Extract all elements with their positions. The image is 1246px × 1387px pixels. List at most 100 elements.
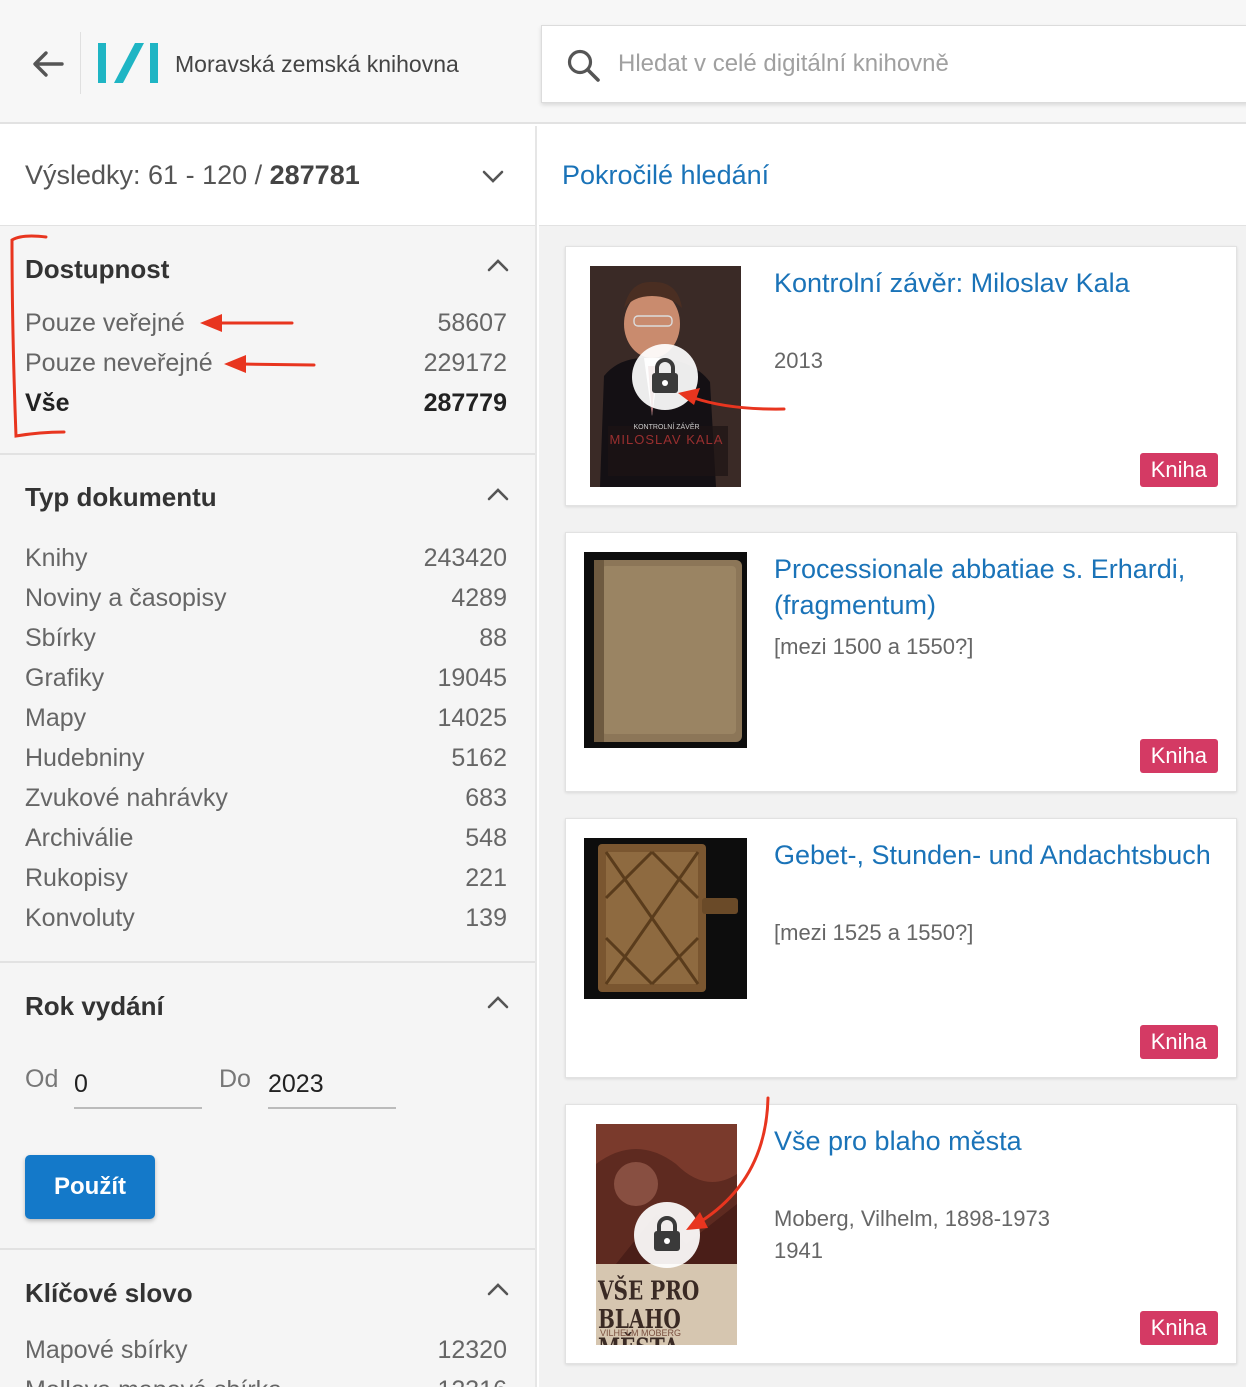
library-name[interactable]: Moravská zemská knihovna	[175, 51, 459, 78]
facet-keyword: Klíčové slovo Mapové sbírky 12320 Mollova…	[0, 1250, 535, 1387]
lock-icon	[632, 344, 698, 410]
book-cover[interactable]: KONTROLNÍ ZÁVĚR MILOSLAV KALA	[590, 266, 741, 487]
year-to-label: Do	[219, 1065, 251, 1093]
doc-type-badge: Kniha	[1139, 1025, 1218, 1059]
facet-item-archives[interactable]: Archiválie 548	[25, 818, 507, 858]
facet-item-manuscripts[interactable]: Rukopisy 221	[25, 858, 507, 898]
cover-caption: KONTROLNÍ ZÁVĚR	[633, 424, 700, 431]
facet-item-count: 58607	[437, 309, 507, 337]
chevron-up-icon[interactable]	[485, 993, 511, 1013]
facet-item-moll-collection[interactable]: Mollova mapová sbírka 12316	[25, 1370, 507, 1387]
header: Moravská zemská knihovna	[0, 0, 1246, 124]
facet-item-label: Konvoluty	[25, 904, 135, 932]
result-card[interactable]: Gebet-, Stunden- und Andachtsbuch [mezi …	[565, 818, 1237, 1078]
doc-type-badge: Kniha	[1139, 453, 1218, 487]
facet-title[interactable]: Rok vydání	[25, 963, 507, 1051]
result-year: 1941	[774, 1238, 823, 1263]
result-date: [mezi 1525 a 1550?]	[774, 920, 974, 945]
cover-author: VILHELM MOBERG	[600, 1328, 682, 1338]
facet-item-graphics[interactable]: Grafiky 19045	[25, 658, 507, 698]
results-summary[interactable]: Výsledky: 61 - 120 / 287781	[0, 126, 535, 226]
result-title[interactable]: Processionale abbatiae s. Erhardi, (frag…	[774, 551, 1214, 623]
facet-item-convolutes[interactable]: Konvoluty 139	[25, 898, 507, 938]
facet-item-count: 243420	[423, 544, 507, 572]
book-cover[interactable]	[584, 838, 747, 999]
result-card[interactable]: VŠE PRO BLAHO MĚSTA VILHELM MOBERG Vše p…	[565, 1104, 1237, 1364]
facet-item-label: Vše	[25, 389, 70, 417]
facet-item-count: 548	[465, 824, 507, 852]
result-title[interactable]: Vše pro blaho města	[774, 1123, 1214, 1159]
advanced-search-bar: Pokročilé hledání	[539, 126, 1246, 226]
facet-item-count: 139	[465, 904, 507, 932]
result-author: Moberg, Vilhelm, 1898-1973	[774, 1206, 1050, 1231]
facet-title[interactable]: Klíčové slovo	[25, 1250, 507, 1330]
year-from-label: Od	[25, 1065, 59, 1093]
book-cover[interactable]: VŠE PRO BLAHO MĚSTA VILHELM MOBERG	[596, 1124, 737, 1345]
facet-title[interactable]: Dostupnost	[25, 226, 507, 303]
book-cover[interactable]	[584, 552, 747, 748]
facet-item-label: Zvukové nahrávky	[25, 784, 228, 812]
facet-item-count: 88	[479, 624, 507, 652]
results-count: Výsledky: 61 - 120 / 287781	[25, 160, 360, 191]
facet-item-count: 12316	[437, 1370, 507, 1387]
facet-item-all[interactable]: Vše 287779	[25, 383, 507, 423]
result-date: [mezi 1500 a 1550?]	[774, 634, 974, 659]
facet-item-label: Pouze neveřejné	[25, 349, 213, 377]
year-to-input[interactable]	[268, 1051, 396, 1109]
result-card[interactable]: Processionale abbatiae s. Erhardi, (frag…	[565, 532, 1237, 792]
facet-item-label: Archiválie	[25, 824, 134, 852]
facet-item-count: 14025	[437, 704, 507, 732]
facet-item-map-collections[interactable]: Mapové sbírky 12320	[25, 1330, 507, 1370]
facet-year: Rok vydání Od Do Použít	[0, 963, 535, 1250]
back-arrow-icon[interactable]	[28, 44, 68, 84]
facet-item-music[interactable]: Hudebniny 5162	[25, 738, 507, 778]
facet-item-public[interactable]: Pouze veřejné 58607	[25, 303, 507, 343]
facet-document-type: Typ dokumentu Knihy 243420 Noviny a časop…	[0, 455, 535, 963]
facet-item-collections[interactable]: Sbírky 88	[25, 618, 507, 658]
logo-icon[interactable]	[96, 40, 162, 86]
year-range: Od Do	[25, 1051, 507, 1131]
chevron-up-icon[interactable]	[485, 256, 511, 276]
chevron-up-icon[interactable]	[485, 485, 511, 505]
facet-item-count: 683	[465, 784, 507, 812]
facet-item-count: 12320	[437, 1336, 507, 1364]
result-title[interactable]: Kontrolní závěr: Miloslav Kala	[774, 265, 1214, 301]
results-total: 287781	[269, 160, 360, 190]
facet-availability: Dostupnost Pouze veřejné 58607 Pouze neve…	[0, 226, 535, 455]
facet-item-periodicals[interactable]: Noviny a časopisy 4289	[25, 578, 507, 618]
facet-item-label: Grafiky	[25, 664, 105, 692]
facet-title[interactable]: Typ dokumentu	[25, 455, 507, 538]
result-year: 2013	[774, 348, 823, 373]
apply-button[interactable]: Použít	[25, 1155, 155, 1219]
lock-icon	[634, 1202, 700, 1268]
chevron-up-icon[interactable]	[485, 1280, 511, 1300]
header-divider	[80, 32, 81, 94]
facet-item-count: 5162	[451, 744, 507, 772]
facet-item-count: 19045	[437, 664, 507, 692]
chevron-down-icon[interactable]	[481, 166, 505, 186]
facet-item-sound[interactable]: Zvukové nahrávky 683	[25, 778, 507, 818]
facet-item-maps[interactable]: Mapy 14025	[25, 698, 507, 738]
doc-type-badge: Kniha	[1139, 1311, 1218, 1345]
cover-title: MILOSLAV KALA	[609, 432, 724, 447]
facet-item-label: Mapové sbírky	[25, 1336, 188, 1364]
doc-type-badge: Kniha	[1139, 739, 1218, 773]
facet-item-private[interactable]: Pouze neveřejné 229172	[25, 343, 507, 383]
result-card[interactable]: KONTROLNÍ ZÁVĚR MILOSLAV KALA Kontrolní …	[565, 246, 1237, 506]
year-from-input[interactable]	[74, 1051, 202, 1109]
result-title[interactable]: Gebet-, Stunden- und Andachtsbuch	[774, 837, 1214, 873]
filter-sidebar: Výsledky: 61 - 120 / 287781 Dostupnost P…	[0, 126, 537, 1387]
search-input[interactable]	[618, 42, 1218, 86]
cover-title-line: BLAHO MĚSTA	[598, 1303, 681, 1345]
results-label: Výsledky: 61 - 120 /	[25, 160, 270, 190]
facet-item-books[interactable]: Knihy 243420	[25, 538, 507, 578]
facet-item-label: Mapy	[25, 704, 87, 732]
facet-item-label: Knihy	[25, 544, 88, 572]
facet-item-count: 221	[465, 864, 507, 892]
facet-item-label: Rukopisy	[25, 864, 128, 892]
search-bar	[541, 25, 1246, 103]
search-icon[interactable]	[566, 48, 602, 84]
facet-item-label: Mollova mapová sbírka	[25, 1370, 282, 1387]
facet-item-label: Sbírky	[25, 624, 96, 652]
advanced-search-link[interactable]: Pokročilé hledání	[562, 160, 769, 191]
